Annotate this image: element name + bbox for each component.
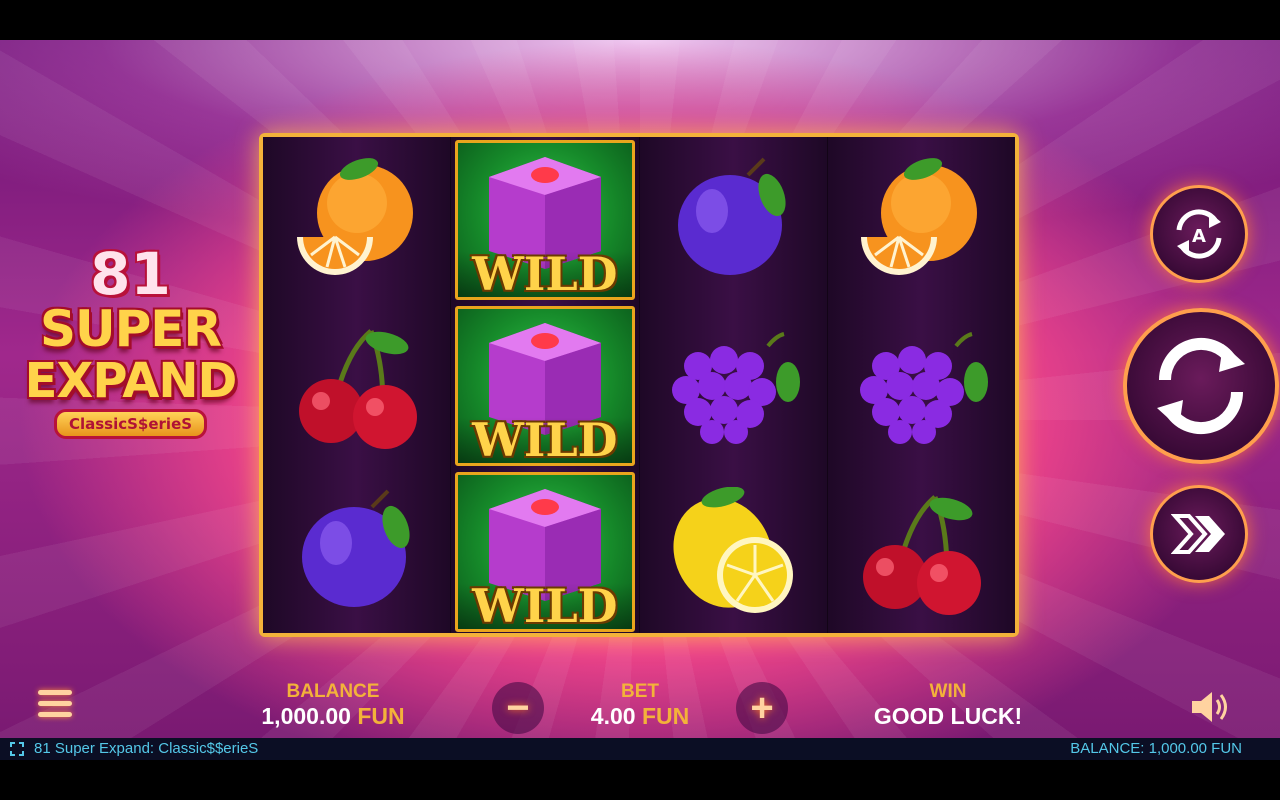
game-logo: 81 SUPER EXPAND ClassicS$erieS (18, 245, 243, 439)
menu-line (38, 712, 72, 717)
menu-button[interactable] (38, 690, 72, 722)
reel-cell (828, 137, 1015, 303)
bet-label: BET (621, 681, 659, 702)
plum-icon (301, 489, 410, 607)
cherry-icon (298, 329, 417, 449)
reel-3 (639, 137, 828, 635)
spin-icon (1157, 337, 1245, 435)
increase-bet-button[interactable]: + (736, 682, 788, 734)
fast-forward-icon (1171, 514, 1225, 554)
balance-amount: 1,000.00 (261, 703, 351, 729)
reel-cell (640, 469, 827, 635)
plus-icon: + (750, 685, 774, 730)
autoplay-button[interactable]: A (1150, 185, 1248, 283)
wild-icon: WILD (455, 472, 635, 632)
balance-value: 1,000.00 FUN (243, 703, 423, 730)
balance-currency: FUN (357, 703, 405, 729)
win-label: WIN (929, 681, 967, 702)
orange-icon (861, 158, 978, 275)
reel-cell (828, 469, 1015, 635)
reel-1 (263, 137, 452, 635)
reel-cell: WILD (451, 303, 638, 469)
bet-value: 4.00 FUN (565, 703, 715, 730)
bet-amount: 4.00 (590, 703, 636, 729)
decrease-bet-button[interactable]: − (492, 682, 544, 734)
logo-word-expand: EXPAND (24, 353, 238, 409)
menu-line (38, 690, 72, 695)
reel-grid: WILD WILD WILD (259, 133, 1019, 637)
lemon-icon (673, 487, 794, 613)
game-title: 81 Super Expand: Classic$$erieS (34, 740, 259, 757)
menu-line (38, 701, 72, 706)
bet-currency: FUN (641, 703, 690, 729)
reel-cell (828, 303, 1015, 469)
plum-icon (678, 157, 786, 275)
reel-cell: WILD (451, 137, 638, 303)
logo-series-badge: ClassicS$erieS (53, 409, 208, 439)
orange-icon (296, 158, 413, 275)
reel-cell: WILD (451, 469, 638, 635)
minus-icon: − (506, 685, 530, 730)
status-bar: 81 Super Expand: Classic$$erieS BALANCE:… (0, 738, 1280, 760)
reel-cell (263, 469, 450, 635)
fullscreen-icon[interactable] (10, 742, 24, 756)
balance-label: BALANCE (286, 681, 380, 702)
win-value: GOOD LUCK! (873, 703, 1023, 729)
turbo-button[interactable] (1150, 485, 1248, 583)
game-stage: 81 SUPER EXPAND ClassicS$erieS WILD WILD… (0, 40, 1280, 738)
reel-cell (263, 303, 450, 469)
autoplay-icon: A (1176, 209, 1222, 259)
wild-label: WILD (458, 417, 632, 463)
status-balance: BALANCE: 1,000.00 FUN (1070, 740, 1242, 757)
grape-icon (672, 332, 801, 444)
sound-icon[interactable] (1188, 688, 1232, 726)
logo-word-super: SUPER (40, 300, 222, 358)
logo-number: 81 (90, 240, 171, 308)
reel-2: WILD WILD WILD (451, 137, 640, 635)
grape-icon (860, 332, 989, 444)
spin-button[interactable] (1123, 308, 1279, 464)
reel-cell (640, 303, 827, 469)
reel-cell (640, 137, 827, 303)
reel-4 (827, 137, 1015, 635)
reel-cell (263, 137, 450, 303)
wild-label: WILD (458, 251, 632, 297)
svg-text:A: A (1192, 226, 1206, 247)
wild-icon: WILD (455, 306, 635, 466)
wild-label: WILD (458, 583, 632, 629)
cherry-icon (863, 495, 982, 615)
wild-icon: WILD (455, 140, 635, 300)
